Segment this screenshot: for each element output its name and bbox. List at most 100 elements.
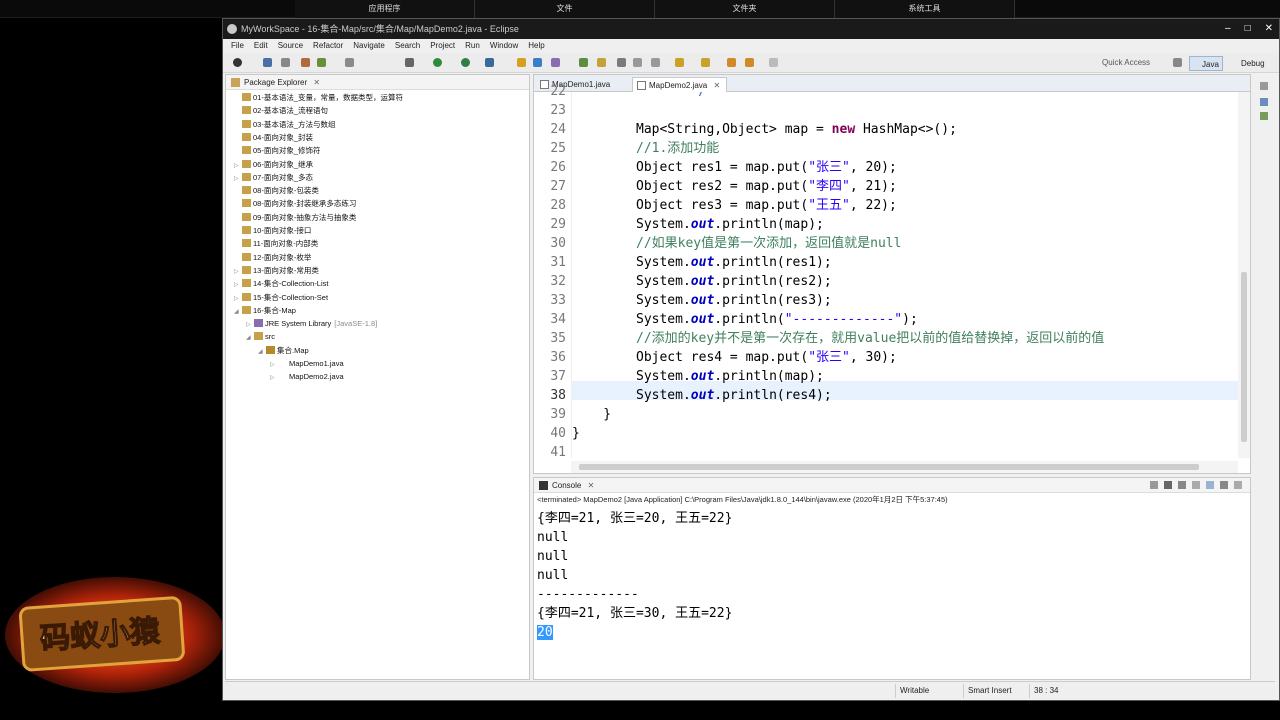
editor-horizontal-scrollbar[interactable]	[571, 461, 1238, 473]
file-item-mapdemo1[interactable]: ▷ MapDemo1.java	[270, 357, 344, 370]
open-task-icon[interactable]	[551, 58, 560, 67]
open-type-icon[interactable]	[345, 58, 354, 67]
scroll-thumb[interactable]	[579, 464, 1199, 470]
tab-mapdemo2[interactable]: MapDemo2.java ✕	[632, 77, 728, 92]
expand-arrow-icon[interactable]: ◢	[234, 306, 242, 319]
code-area[interactable]: */ Map<String,Object> map = new HashMap<…	[571, 92, 1238, 458]
back-icon[interactable]	[745, 58, 754, 67]
maximize-button[interactable]: □	[1245, 19, 1251, 39]
code-line-27: Object res2 = map.put("李四", 21);	[636, 179, 897, 194]
expand-arrow-icon[interactable]: ◢	[258, 346, 266, 359]
project-item[interactable]: ▷ 14-集合-Collection-List	[234, 277, 328, 290]
project-item[interactable]: ▷ 07-面向对象_多态	[234, 171, 313, 184]
new-icon[interactable]	[233, 58, 242, 67]
editor-vertical-scrollbar[interactable]	[1238, 92, 1250, 458]
project-item[interactable]: 02-基本语法_流程语句	[234, 104, 328, 117]
src-folder-item[interactable]: ◢ src	[246, 330, 275, 343]
desktop-menu-folders[interactable]: 文件夹	[655, 0, 835, 18]
toggle-mark-icon[interactable]	[617, 58, 626, 67]
external-tools-icon[interactable]	[485, 58, 494, 67]
project-item[interactable]: 04-面向对象_封装	[234, 131, 313, 144]
menu-run[interactable]: Run	[465, 39, 480, 53]
new-package-icon[interactable]	[517, 58, 526, 67]
selected-output[interactable]: 20	[537, 625, 553, 640]
close-view-icon[interactable]: ✕	[313, 78, 320, 87]
menu-navigate[interactable]: Navigate	[353, 39, 385, 53]
menu-source[interactable]: Source	[278, 39, 303, 53]
project-item[interactable]: 05-面向对象_修饰符	[234, 144, 321, 157]
expand-arrow-icon[interactable]: ▷	[270, 372, 278, 385]
jre-library-item[interactable]: ▷ JRE System Library [JavaSE-1.8]	[246, 317, 377, 330]
file-item-mapdemo2[interactable]: ▷ MapDemo2.java	[270, 370, 344, 383]
desktop-menu-system-tools[interactable]: 系统工具	[835, 0, 1015, 18]
menu-window[interactable]: Window	[490, 39, 518, 53]
build-icon[interactable]	[301, 58, 310, 67]
annotation-icon[interactable]	[597, 58, 606, 67]
tree-label: MapDemo1.java	[289, 359, 344, 368]
perspective-debug[interactable]: Debug	[1229, 56, 1268, 71]
terminate-icon[interactable]	[1150, 481, 1158, 489]
menu-refactor[interactable]: Refactor	[313, 39, 343, 53]
project-item[interactable]: ▷ 15-集合-Collection-Set	[234, 291, 328, 304]
save-icon[interactable]	[263, 58, 272, 67]
menu-project[interactable]: Project	[430, 39, 455, 53]
settings-icon[interactable]	[405, 58, 414, 67]
close-button[interactable]: ✕	[1265, 19, 1273, 39]
remove-launch-icon[interactable]	[1164, 481, 1172, 489]
run-icon[interactable]	[433, 58, 442, 67]
menu-edit[interactable]: Edit	[254, 39, 268, 53]
package-explorer-title[interactable]: Package Explorer	[244, 78, 307, 87]
project-item[interactable]: 08-面向对象-包装类	[234, 184, 319, 197]
project-icon	[242, 132, 251, 141]
search-icon[interactable]	[579, 58, 588, 67]
next-annotation-icon[interactable]	[675, 58, 684, 67]
debug-icon[interactable]	[317, 58, 326, 67]
minimize-view-icon[interactable]	[1234, 481, 1242, 489]
project-item[interactable]: 09-面向对象-抽象方法与抽象类	[234, 211, 356, 224]
display-console-icon[interactable]	[1220, 481, 1228, 489]
scroll-thumb[interactable]	[1241, 272, 1247, 442]
perspective-java[interactable]: Java	[1189, 56, 1223, 71]
package-item[interactable]: ◢ 集合.Map	[258, 344, 309, 357]
tree-label: MapDemo2.java	[289, 372, 344, 382]
menu-file[interactable]: File	[231, 39, 244, 53]
project-icon	[254, 332, 263, 341]
project-item[interactable]: 08-面向对象-封装继承多态练习	[234, 197, 356, 210]
prev-annotation-icon[interactable]	[701, 58, 710, 67]
pin-console-icon[interactable]	[1206, 481, 1214, 489]
close-view-icon[interactable]: ✕	[588, 481, 595, 490]
quick-access-field[interactable]: Quick Access	[1102, 56, 1162, 70]
block-select-icon[interactable]	[651, 58, 660, 67]
console-output-line[interactable]: 20	[537, 623, 553, 642]
show-whitespace-icon[interactable]	[633, 58, 642, 67]
line-number: 37	[550, 369, 566, 384]
project-item[interactable]: 03-基本语法_方法与数组	[234, 118, 336, 131]
close-tab-icon[interactable]: ✕	[713, 81, 720, 90]
project-item[interactable]: ◢ 16-集合-Map	[234, 304, 296, 317]
scroll-lock-icon[interactable]	[1192, 481, 1200, 489]
expand-arrow-icon[interactable]: ◢	[246, 332, 254, 345]
last-edit-icon[interactable]	[727, 58, 736, 67]
new-class-icon[interactable]	[533, 58, 542, 67]
project-item[interactable]: 10-面向对象-接口	[234, 224, 311, 237]
project-icon	[242, 265, 251, 274]
run-last-icon[interactable]	[461, 58, 470, 67]
remove-all-icon[interactable]	[1178, 481, 1186, 489]
project-item[interactable]: 01-基本语法_变量，常量，数据类型，运算符	[234, 91, 403, 104]
project-item[interactable]: 12-面向对象-枚举	[234, 251, 311, 264]
print-icon[interactable]	[281, 58, 290, 67]
minimize-button[interactable]: –	[1225, 19, 1231, 39]
project-item[interactable]: 11-面向对象-内部类	[234, 237, 318, 250]
console-title[interactable]: Console	[552, 481, 581, 490]
project-item[interactable]: ▷ 06-面向对象_继承	[234, 158, 313, 171]
restore-icon[interactable]	[1260, 82, 1268, 90]
outline-icon[interactable]	[1260, 98, 1268, 106]
menu-help[interactable]: Help	[528, 39, 544, 53]
desktop-menu-apps[interactable]: 应用程序	[295, 0, 475, 18]
open-perspective-icon[interactable]	[1173, 58, 1182, 67]
forward-icon[interactable]	[769, 58, 778, 67]
menu-search[interactable]: Search	[395, 39, 420, 53]
desktop-menu-files[interactable]: 文件	[475, 0, 655, 18]
project-item[interactable]: ▷ 13-面向对象-常用类	[234, 264, 319, 277]
task-list-icon[interactable]	[1260, 112, 1268, 120]
